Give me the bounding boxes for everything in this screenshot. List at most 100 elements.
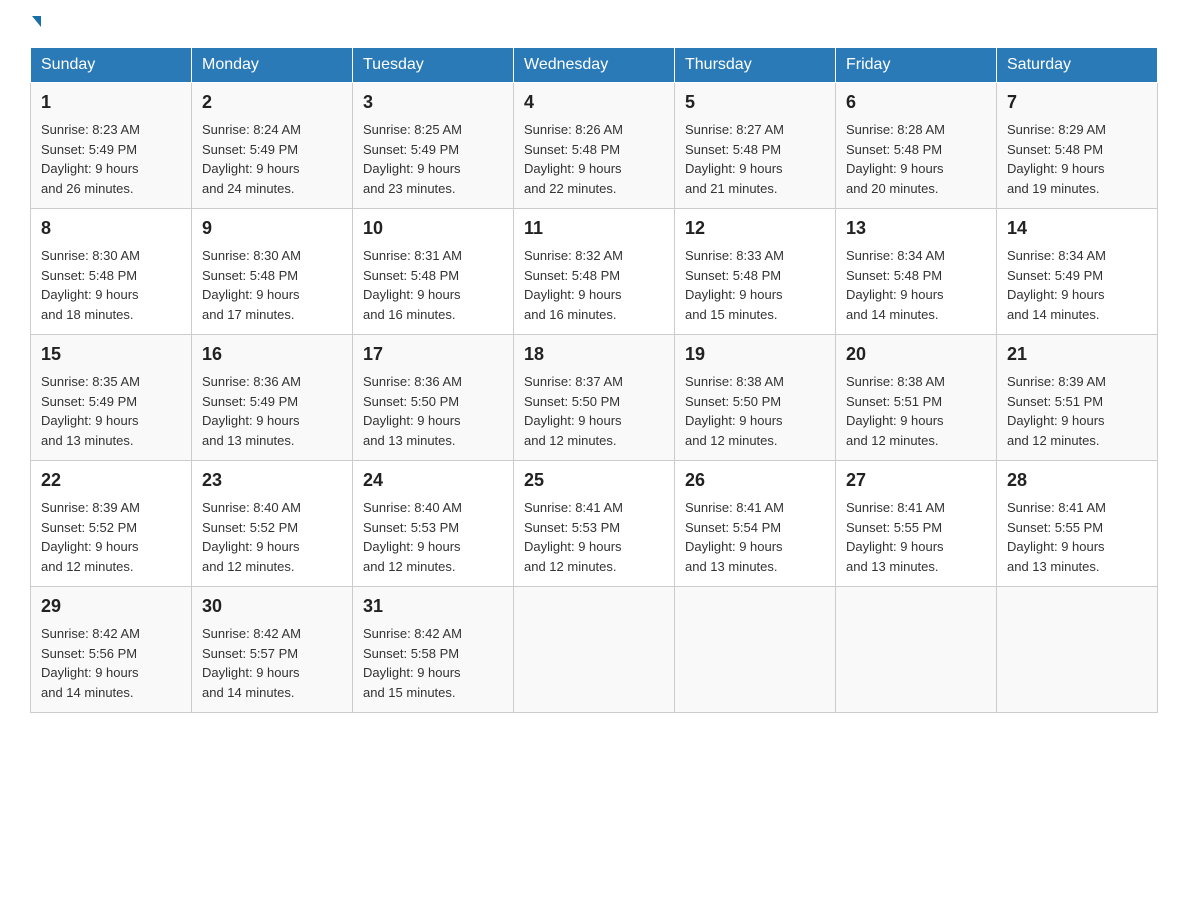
day-number: 20 — [846, 341, 986, 368]
day-info: Sunrise: 8:34 AM Sunset: 5:49 PM Dayligh… — [1007, 248, 1106, 322]
day-info: Sunrise: 8:42 AM Sunset: 5:57 PM Dayligh… — [202, 626, 301, 700]
day-info: Sunrise: 8:30 AM Sunset: 5:48 PM Dayligh… — [41, 248, 140, 322]
calendar-table: SundayMondayTuesdayWednesdayThursdayFrid… — [30, 47, 1158, 713]
logo — [30, 20, 41, 27]
day-number: 9 — [202, 215, 342, 242]
day-number: 5 — [685, 89, 825, 116]
calendar-cell: 17 Sunrise: 8:36 AM Sunset: 5:50 PM Dayl… — [353, 335, 514, 461]
calendar-cell: 25 Sunrise: 8:41 AM Sunset: 5:53 PM Dayl… — [514, 461, 675, 587]
calendar-cell — [514, 587, 675, 713]
calendar-cell: 5 Sunrise: 8:27 AM Sunset: 5:48 PM Dayli… — [675, 83, 836, 209]
weekday-header-friday: Friday — [836, 48, 997, 83]
calendar-cell: 1 Sunrise: 8:23 AM Sunset: 5:49 PM Dayli… — [31, 83, 192, 209]
calendar-cell — [675, 587, 836, 713]
day-info: Sunrise: 8:33 AM Sunset: 5:48 PM Dayligh… — [685, 248, 784, 322]
calendar-cell: 6 Sunrise: 8:28 AM Sunset: 5:48 PM Dayli… — [836, 83, 997, 209]
calendar-cell: 15 Sunrise: 8:35 AM Sunset: 5:49 PM Dayl… — [31, 335, 192, 461]
calendar-cell — [836, 587, 997, 713]
calendar-cell: 31 Sunrise: 8:42 AM Sunset: 5:58 PM Dayl… — [353, 587, 514, 713]
calendar-cell: 16 Sunrise: 8:36 AM Sunset: 5:49 PM Dayl… — [192, 335, 353, 461]
calendar-cell: 12 Sunrise: 8:33 AM Sunset: 5:48 PM Dayl… — [675, 209, 836, 335]
day-number: 26 — [685, 467, 825, 494]
day-info: Sunrise: 8:29 AM Sunset: 5:48 PM Dayligh… — [1007, 122, 1106, 196]
day-info: Sunrise: 8:41 AM Sunset: 5:55 PM Dayligh… — [846, 500, 945, 574]
calendar-cell: 8 Sunrise: 8:30 AM Sunset: 5:48 PM Dayli… — [31, 209, 192, 335]
calendar-cell: 21 Sunrise: 8:39 AM Sunset: 5:51 PM Dayl… — [997, 335, 1158, 461]
day-number: 21 — [1007, 341, 1147, 368]
day-number: 18 — [524, 341, 664, 368]
calendar-week-row: 15 Sunrise: 8:35 AM Sunset: 5:49 PM Dayl… — [31, 335, 1158, 461]
calendar-cell: 27 Sunrise: 8:41 AM Sunset: 5:55 PM Dayl… — [836, 461, 997, 587]
weekday-header-row: SundayMondayTuesdayWednesdayThursdayFrid… — [31, 48, 1158, 83]
day-number: 11 — [524, 215, 664, 242]
weekday-header-saturday: Saturday — [997, 48, 1158, 83]
day-info: Sunrise: 8:40 AM Sunset: 5:53 PM Dayligh… — [363, 500, 462, 574]
day-number: 24 — [363, 467, 503, 494]
weekday-header-thursday: Thursday — [675, 48, 836, 83]
day-number: 3 — [363, 89, 503, 116]
day-number: 2 — [202, 89, 342, 116]
calendar-week-row: 22 Sunrise: 8:39 AM Sunset: 5:52 PM Dayl… — [31, 461, 1158, 587]
weekday-header-wednesday: Wednesday — [514, 48, 675, 83]
day-number: 4 — [524, 89, 664, 116]
calendar-cell: 28 Sunrise: 8:41 AM Sunset: 5:55 PM Dayl… — [997, 461, 1158, 587]
calendar-cell: 19 Sunrise: 8:38 AM Sunset: 5:50 PM Dayl… — [675, 335, 836, 461]
calendar-cell: 2 Sunrise: 8:24 AM Sunset: 5:49 PM Dayli… — [192, 83, 353, 209]
calendar-cell: 22 Sunrise: 8:39 AM Sunset: 5:52 PM Dayl… — [31, 461, 192, 587]
day-number: 28 — [1007, 467, 1147, 494]
day-info: Sunrise: 8:36 AM Sunset: 5:50 PM Dayligh… — [363, 374, 462, 448]
day-info: Sunrise: 8:27 AM Sunset: 5:48 PM Dayligh… — [685, 122, 784, 196]
day-number: 23 — [202, 467, 342, 494]
calendar-cell: 29 Sunrise: 8:42 AM Sunset: 5:56 PM Dayl… — [31, 587, 192, 713]
calendar-cell: 30 Sunrise: 8:42 AM Sunset: 5:57 PM Dayl… — [192, 587, 353, 713]
weekday-header-tuesday: Tuesday — [353, 48, 514, 83]
day-info: Sunrise: 8:42 AM Sunset: 5:58 PM Dayligh… — [363, 626, 462, 700]
day-info: Sunrise: 8:32 AM Sunset: 5:48 PM Dayligh… — [524, 248, 623, 322]
calendar-cell: 7 Sunrise: 8:29 AM Sunset: 5:48 PM Dayli… — [997, 83, 1158, 209]
day-number: 31 — [363, 593, 503, 620]
day-number: 6 — [846, 89, 986, 116]
day-info: Sunrise: 8:31 AM Sunset: 5:48 PM Dayligh… — [363, 248, 462, 322]
day-info: Sunrise: 8:40 AM Sunset: 5:52 PM Dayligh… — [202, 500, 301, 574]
calendar-cell: 24 Sunrise: 8:40 AM Sunset: 5:53 PM Dayl… — [353, 461, 514, 587]
day-info: Sunrise: 8:28 AM Sunset: 5:48 PM Dayligh… — [846, 122, 945, 196]
calendar-cell: 9 Sunrise: 8:30 AM Sunset: 5:48 PM Dayli… — [192, 209, 353, 335]
day-info: Sunrise: 8:25 AM Sunset: 5:49 PM Dayligh… — [363, 122, 462, 196]
day-number: 8 — [41, 215, 181, 242]
day-info: Sunrise: 8:42 AM Sunset: 5:56 PM Dayligh… — [41, 626, 140, 700]
day-number: 25 — [524, 467, 664, 494]
day-info: Sunrise: 8:30 AM Sunset: 5:48 PM Dayligh… — [202, 248, 301, 322]
day-info: Sunrise: 8:37 AM Sunset: 5:50 PM Dayligh… — [524, 374, 623, 448]
day-info: Sunrise: 8:38 AM Sunset: 5:51 PM Dayligh… — [846, 374, 945, 448]
day-info: Sunrise: 8:35 AM Sunset: 5:49 PM Dayligh… — [41, 374, 140, 448]
page-header — [30, 20, 1158, 27]
calendar-cell: 10 Sunrise: 8:31 AM Sunset: 5:48 PM Dayl… — [353, 209, 514, 335]
calendar-week-row: 1 Sunrise: 8:23 AM Sunset: 5:49 PM Dayli… — [31, 83, 1158, 209]
day-info: Sunrise: 8:41 AM Sunset: 5:54 PM Dayligh… — [685, 500, 784, 574]
calendar-cell: 18 Sunrise: 8:37 AM Sunset: 5:50 PM Dayl… — [514, 335, 675, 461]
calendar-week-row: 29 Sunrise: 8:42 AM Sunset: 5:56 PM Dayl… — [31, 587, 1158, 713]
day-number: 17 — [363, 341, 503, 368]
calendar-cell: 4 Sunrise: 8:26 AM Sunset: 5:48 PM Dayli… — [514, 83, 675, 209]
weekday-header-sunday: Sunday — [31, 48, 192, 83]
day-number: 30 — [202, 593, 342, 620]
calendar-cell — [997, 587, 1158, 713]
day-info: Sunrise: 8:39 AM Sunset: 5:52 PM Dayligh… — [41, 500, 140, 574]
day-info: Sunrise: 8:38 AM Sunset: 5:50 PM Dayligh… — [685, 374, 784, 448]
day-info: Sunrise: 8:34 AM Sunset: 5:48 PM Dayligh… — [846, 248, 945, 322]
day-info: Sunrise: 8:26 AM Sunset: 5:48 PM Dayligh… — [524, 122, 623, 196]
day-number: 22 — [41, 467, 181, 494]
calendar-cell: 20 Sunrise: 8:38 AM Sunset: 5:51 PM Dayl… — [836, 335, 997, 461]
day-number: 15 — [41, 341, 181, 368]
day-number: 19 — [685, 341, 825, 368]
calendar-week-row: 8 Sunrise: 8:30 AM Sunset: 5:48 PM Dayli… — [31, 209, 1158, 335]
day-number: 13 — [846, 215, 986, 242]
day-info: Sunrise: 8:23 AM Sunset: 5:49 PM Dayligh… — [41, 122, 140, 196]
calendar-cell: 14 Sunrise: 8:34 AM Sunset: 5:49 PM Dayl… — [997, 209, 1158, 335]
weekday-header-monday: Monday — [192, 48, 353, 83]
calendar-cell: 3 Sunrise: 8:25 AM Sunset: 5:49 PM Dayli… — [353, 83, 514, 209]
day-info: Sunrise: 8:24 AM Sunset: 5:49 PM Dayligh… — [202, 122, 301, 196]
day-number: 27 — [846, 467, 986, 494]
calendar-cell: 11 Sunrise: 8:32 AM Sunset: 5:48 PM Dayl… — [514, 209, 675, 335]
calendar-cell: 23 Sunrise: 8:40 AM Sunset: 5:52 PM Dayl… — [192, 461, 353, 587]
